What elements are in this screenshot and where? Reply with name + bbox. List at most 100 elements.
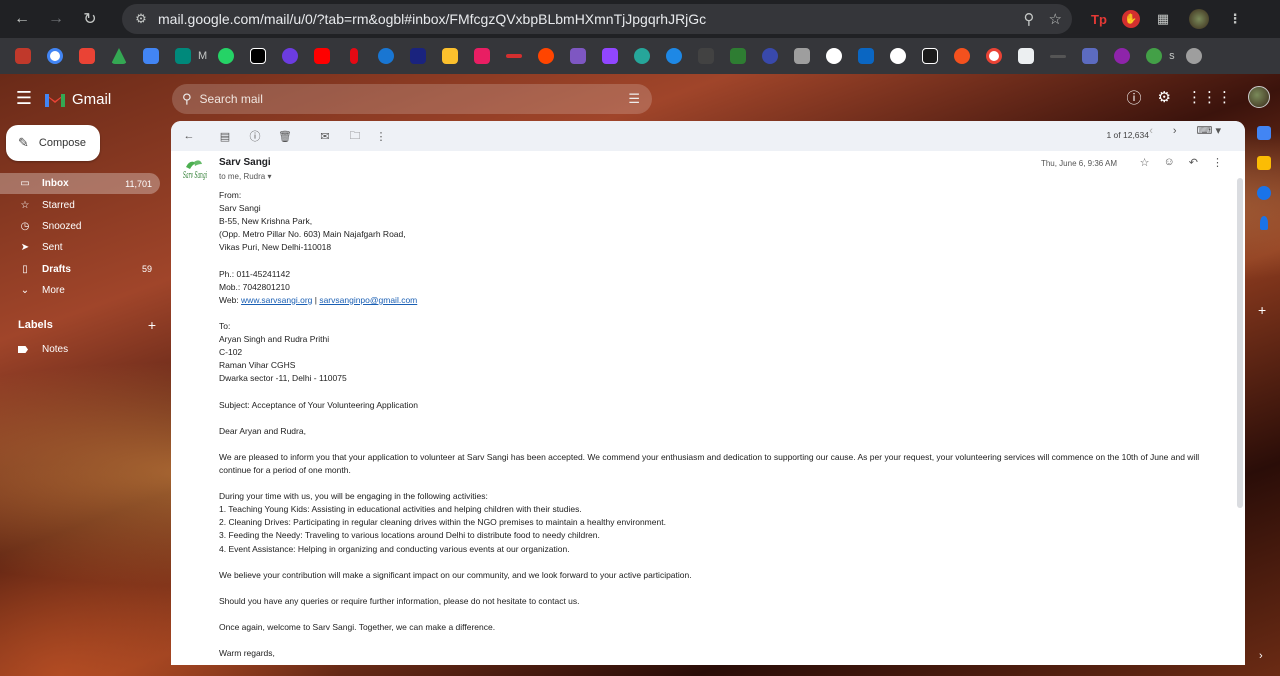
bookmark-copilot-icon[interactable]: [565, 43, 591, 69]
apps-grid-icon[interactable]: ⋮⋮⋮: [1187, 88, 1232, 106]
bookmark-gmail-icon[interactable]: [74, 43, 100, 69]
bookmark-play2-icon[interactable]: [1141, 43, 1167, 69]
bookmark-orb-icon[interactable]: [757, 43, 783, 69]
stop-hand-extension-icon[interactable]: ✋: [1122, 10, 1140, 28]
input-tools-icon[interactable]: ⌨ ▾: [1197, 124, 1221, 137]
bookmark-bug-icon[interactable]: [1013, 43, 1039, 69]
add-addon-icon[interactable]: +: [1258, 302, 1266, 318]
emoji-react-icon[interactable]: ☺: [1164, 156, 1175, 169]
bookmark-whatsapp-icon[interactable]: [213, 43, 239, 69]
bookmark-dash2-icon[interactable]: [1045, 43, 1071, 69]
forward-arrow-icon[interactable]: →: [44, 7, 68, 31]
bookmark-label[interactable]: M: [198, 50, 207, 62]
expand-panel-chevron-icon[interactable]: ›: [1259, 650, 1263, 662]
tp-extension-icon[interactable]: Tp: [1086, 6, 1112, 32]
bookmark-app-icon[interactable]: [469, 43, 495, 69]
message-scrollbar[interactable]: [1237, 178, 1243, 508]
puzzle-extensions-icon[interactable]: ▦: [1150, 6, 1176, 32]
bookmark-x-icon[interactable]: [245, 43, 271, 69]
bookmark-google-icon[interactable]: [42, 43, 68, 69]
settings-gear-icon[interactable]: ⚙: [1158, 88, 1171, 106]
bookmark-copilot2-icon[interactable]: [1077, 43, 1103, 69]
bookmark-check-icon[interactable]: [437, 43, 463, 69]
bookmark-label-2[interactable]: s: [1169, 50, 1175, 62]
gmail-logo[interactable]: Gmail: [44, 91, 111, 108]
show-details-icon[interactable]: ▾: [267, 172, 271, 181]
bookmark-play-icon[interactable]: [373, 43, 399, 69]
zoom-icon[interactable]: ⚲: [1024, 10, 1035, 28]
account-avatar[interactable]: [1248, 86, 1270, 108]
bookmark-globe-icon[interactable]: [1181, 43, 1207, 69]
search-bar[interactable]: ⚲ ☰: [172, 84, 652, 114]
bookmark-star-icon[interactable]: ☆: [1049, 10, 1062, 28]
calendar-app-icon[interactable]: [1257, 126, 1271, 140]
main-menu-icon[interactable]: ☰: [14, 88, 34, 108]
bookmark-bh-icon[interactable]: [405, 43, 431, 69]
tasks-app-icon[interactable]: [1257, 186, 1271, 200]
reload-icon[interactable]: ↻: [78, 7, 102, 31]
bookmark-google2-icon[interactable]: [981, 43, 1007, 69]
newer-chevron-icon[interactable]: ‹: [1149, 125, 1153, 137]
bookmark-calendar-icon[interactable]: [138, 43, 164, 69]
recipients-line[interactable]: to me, Rudra ▾: [219, 172, 272, 181]
address-bar[interactable]: ⚙ mail.google.com/mail/u/0/?tab=rm&ogbl#…: [122, 4, 1072, 34]
sidebar-item-sent[interactable]: ➤ Sent: [0, 237, 160, 258]
bookmark-linkedin-icon[interactable]: [853, 43, 879, 69]
bookmark-f-icon[interactable]: [725, 43, 751, 69]
bookmark-mu-icon[interactable]: [789, 43, 815, 69]
bookmark-s-icon[interactable]: [693, 43, 719, 69]
bookmark-reddit-icon[interactable]: [533, 43, 559, 69]
search-icon[interactable]: ⚲: [182, 91, 192, 107]
bookmark-c-icon[interactable]: [661, 43, 687, 69]
bookmark-photos-icon[interactable]: [10, 43, 36, 69]
back-to-inbox-icon[interactable]: ←: [177, 124, 201, 148]
search-input[interactable]: [199, 92, 600, 106]
sender-name[interactable]: Sarv Sangi: [219, 157, 271, 168]
bookmark-meet-icon[interactable]: [170, 43, 196, 69]
profile-avatar-icon[interactable]: [1186, 6, 1212, 32]
label-item-notes[interactable]: Notes: [18, 344, 68, 355]
send-icon: ➤: [20, 242, 30, 254]
help-icon[interactable]: ⓘ: [1127, 87, 1142, 108]
message-more-icon[interactable]: ⋮: [1212, 156, 1223, 169]
bookmark-dash-icon[interactable]: [501, 43, 527, 69]
search-options-icon[interactable]: ☰: [628, 91, 640, 107]
delete-icon[interactable]: 🗑: [273, 124, 297, 148]
move-to-icon[interactable]: 🗀: [343, 124, 367, 148]
chrome-menu-icon[interactable]: ⋮: [1222, 6, 1248, 32]
add-label-icon[interactable]: +: [148, 317, 156, 333]
sidebar-item-starred[interactable]: ☆ Starred: [0, 194, 160, 215]
bookmark-circle-icon[interactable]: [629, 43, 655, 69]
older-chevron-icon[interactable]: ›: [1173, 125, 1177, 137]
bookmark-u-icon[interactable]: [1109, 43, 1135, 69]
contacts-app-icon[interactable]: [1260, 216, 1268, 230]
sender-logo[interactable]: Sarv Sangi: [180, 157, 210, 187]
bookmark-orange-icon[interactable]: [949, 43, 975, 69]
site-settings-icon[interactable]: ⚙: [126, 4, 156, 34]
back-arrow-icon[interactable]: ←: [10, 7, 34, 31]
archive-icon[interactable]: ▤: [213, 124, 237, 148]
sidebar-item-snoozed[interactable]: ◷ Snoozed: [0, 216, 160, 237]
bookmark-github-icon[interactable]: [821, 43, 847, 69]
sidebar-item-drafts[interactable]: ▯ Drafts 59: [0, 259, 160, 280]
bookmark-counter-icon[interactable]: [277, 43, 303, 69]
bookmark-netflix-icon[interactable]: [341, 43, 367, 69]
web-prefix: Web:: [219, 294, 242, 305]
compose-button[interactable]: ✎ Compose: [6, 125, 100, 161]
url-text[interactable]: mail.google.com/mail/u/0/?tab=rm&ogbl#in…: [158, 11, 706, 27]
mark-unread-icon[interactable]: ✉: [313, 124, 337, 148]
bookmark-hackerrank-icon[interactable]: [917, 43, 943, 69]
reply-icon[interactable]: ↶: [1189, 156, 1198, 169]
report-spam-icon[interactable]: ⓘ: [243, 124, 267, 148]
keep-app-icon[interactable]: [1257, 156, 1271, 170]
website-link[interactable]: www.sarvsangi.org: [241, 295, 312, 305]
more-options-icon[interactable]: ⋮: [369, 124, 393, 148]
bookmark-twitch-icon[interactable]: [597, 43, 623, 69]
sidebar-item-inbox[interactable]: ▭ Inbox 11,701: [0, 173, 160, 195]
sidebar-item-more[interactable]: ⌄ More: [0, 280, 160, 301]
star-message-icon[interactable]: ☆: [1140, 156, 1150, 169]
bookmark-youtube-icon[interactable]: [309, 43, 335, 69]
email-link[interactable]: sarvsanginpo@gmail.com: [319, 295, 417, 305]
bookmark-chatgpt-icon[interactable]: [885, 43, 911, 69]
bookmark-drive-icon[interactable]: [106, 43, 132, 69]
